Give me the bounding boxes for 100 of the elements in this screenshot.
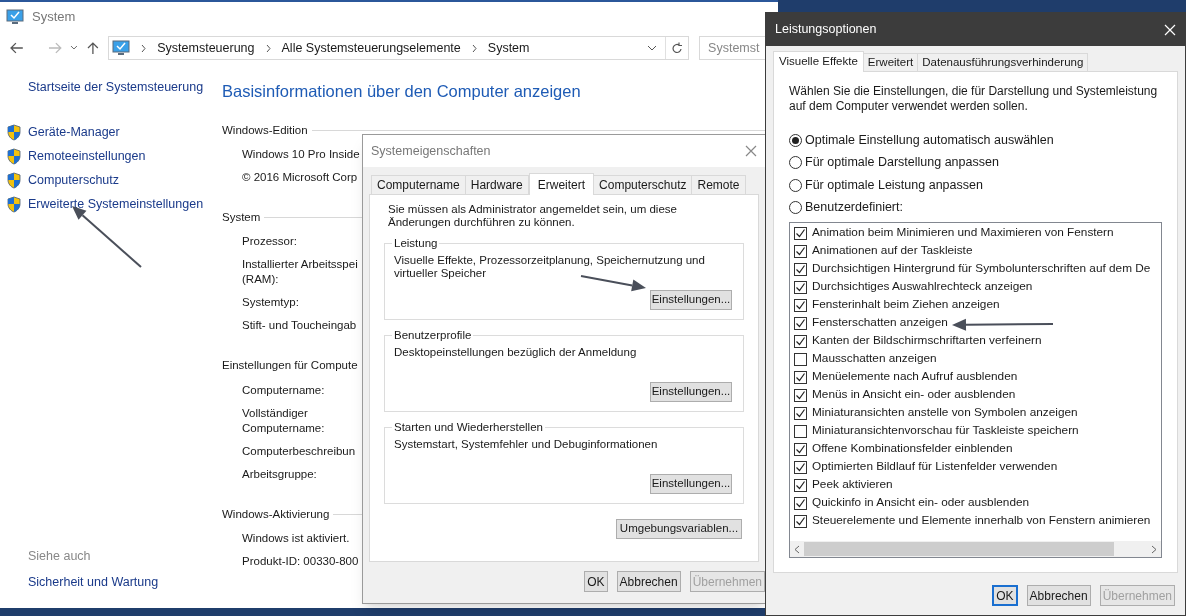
horizontal-scrollbar[interactable]: [790, 541, 1161, 557]
radio-button[interactable]: [789, 133, 802, 147]
group-description: Systemstart, Systemfehler und Debuginformationen: [394, 438, 659, 451]
breadcrumb-item[interactable]: Alle Systemsteuerungselemente: [281, 38, 461, 58]
monitor-icon: [112, 40, 131, 56]
checkbox[interactable]: [794, 316, 807, 330]
checkbox[interactable]: [794, 406, 807, 420]
checkbox[interactable]: [794, 280, 807, 294]
chevron-right-icon: [264, 43, 272, 53]
checkbox[interactable]: [794, 352, 807, 366]
monitor-icon: [6, 9, 24, 25]
sidebar-link[interactable]: Sicherheit und Wartung: [28, 573, 222, 592]
breadcrumb-item[interactable]: System: [487, 38, 530, 58]
breadcrumb-item[interactable]: Systemsteuerung: [157, 38, 255, 58]
checkbox-label: Quickinfo in Ansicht ein- oder ausblenden: [812, 494, 1030, 512]
info-label: Windows ist aktiviert.: [242, 530, 350, 546]
sidebar-link[interactable]: Startseite der Systemsteuerung: [28, 78, 204, 97]
checkbox[interactable]: [794, 334, 807, 348]
address-bar[interactable]: Systemsteuerung Alle Systemsteuerungselemente System: [108, 36, 690, 60]
tab[interactable]: Computername: [371, 175, 466, 194]
radio-label: Benutzerdefiniert:: [805, 199, 903, 217]
section-title: System: [222, 210, 261, 225]
dropdown-icon[interactable]: [647, 44, 658, 52]
tab[interactable]: Erweitert: [528, 173, 595, 195]
radio-label: Für optimale Darstellung anpassen: [805, 154, 999, 172]
checkbox[interactable]: [794, 370, 807, 384]
page-heading: Basisinformationen über den Computer anzeigen: [222, 81, 582, 102]
up-icon[interactable]: [87, 41, 100, 55]
checkbox-label: Offene Kombinationsfelder einblenden: [812, 440, 1013, 458]
info-label: Systemtyp:: [242, 295, 299, 311]
dialog-title: Systemeigenschaften: [371, 142, 491, 160]
back-icon[interactable]: [10, 42, 24, 54]
instruction-text: Wählen Sie die Einstellungen, die für Darstellung und Systemleistung auf dem Computer verwendet werden sollen.: [789, 84, 1159, 114]
checkbox[interactable]: [794, 424, 807, 438]
checkbox-label: Durchsichtigen Hintergrund für Symbolunterschriften auf dem De: [812, 260, 1151, 278]
tab[interactable]: Hardware: [464, 175, 529, 194]
checkbox-label: Miniaturansichtenvorschau für Taskleiste speichern: [812, 422, 1079, 440]
radio-button[interactable]: [789, 156, 802, 170]
dialog-button[interactable]: OK: [992, 585, 1018, 606]
checkbox[interactable]: [794, 496, 807, 510]
sidebar-link[interactable]: Geräte-Manager: [28, 123, 120, 143]
group-title: Starten und Wiederherstellen: [392, 420, 545, 434]
info-label: Computername:: [242, 382, 325, 398]
window-title: System: [32, 8, 76, 27]
settings-button[interactable]: Einstellungen...: [650, 474, 732, 494]
scroll-left-icon[interactable]: [794, 544, 800, 554]
section-title: Windows-Aktivierung: [222, 506, 330, 522]
checkbox[interactable]: [794, 460, 807, 474]
radio-button[interactable]: [789, 178, 802, 192]
checkbox[interactable]: [794, 244, 807, 258]
info-label: Produkt-ID: 00330-800: [242, 553, 359, 569]
scroll-right-icon[interactable]: [1151, 544, 1157, 554]
checkbox-label: Durchsichtiges Auswahlrechteck anzeigen: [812, 278, 1033, 296]
caret-icon[interactable]: [69, 45, 78, 51]
tab[interactable]: Remote: [691, 175, 746, 194]
settings-button[interactable]: Einstellungen...: [650, 290, 732, 310]
checkbox-label: Kanten der Bildschirmschriftarten verfeinern: [812, 332, 1042, 350]
shield-icon: [6, 124, 22, 142]
checkbox-label: Mausschatten anzeigen: [812, 350, 937, 368]
shield-icon: [6, 196, 22, 214]
checkbox[interactable]: [794, 262, 807, 276]
info-label: Vollständiger Computername:: [242, 405, 325, 436]
info-label: Arbeitsgruppe:: [242, 466, 317, 482]
checkbox-label: Peek aktivieren: [812, 476, 893, 494]
checkbox[interactable]: [794, 226, 807, 240]
checkbox-label: Optimierten Bildlauf für Listenfelder verwenden: [812, 458, 1058, 476]
environment-variables-button[interactable]: Umgebungsvariablen...: [616, 519, 742, 539]
checkbox-label: Menüelemente nach Aufruf ausblenden: [812, 368, 1018, 386]
checkbox-label: Animation beim Minimieren und Maximieren von Fenstern: [812, 224, 1114, 242]
annotation-arrow: [580, 275, 646, 292]
checkbox-label: Menüs in Ansicht ein- oder ausblenden: [812, 386, 1016, 404]
tab[interactable]: Computerschutz: [593, 175, 693, 194]
group-title: Leistung: [392, 236, 440, 250]
sidebar-link[interactable]: Computerschutz: [28, 171, 119, 191]
info-label: Installierter Arbeitsspei (RAM):: [242, 257, 358, 288]
checkbox[interactable]: [794, 514, 807, 528]
group-description: Visuelle Effekte, Prozessorzeitplanung, Speichernutzung und virtueller Speicher: [394, 254, 706, 280]
dialog-button[interactable]: Abbrechen: [1026, 585, 1091, 606]
checkbox[interactable]: [794, 388, 807, 402]
tab[interactable]: Visuelle Effekte: [773, 51, 864, 72]
section-title: Einstellungen für Compute: [222, 358, 358, 374]
radio-button[interactable]: [789, 201, 802, 215]
checkbox[interactable]: [794, 442, 807, 456]
checkbox-label: Fensterinhalt beim Ziehen anzeigen: [812, 296, 1000, 314]
refresh-icon[interactable]: [671, 41, 684, 55]
section-title: Windows-Edition: [222, 122, 308, 138]
admin-notice: Sie müssen als Administrator angemeldet sein, um diese Änderungen durchführen zu können.: [387, 202, 678, 229]
dialog-title: Leistungsoptionen: [775, 21, 877, 39]
dialog-button[interactable]: Abbrechen: [616, 571, 681, 592]
sidebar-link[interactable]: Remoteeinstellungen: [28, 147, 146, 167]
settings-button[interactable]: Einstellungen...: [650, 382, 732, 402]
checkbox[interactable]: [794, 478, 807, 492]
scrollbar-thumb[interactable]: [804, 542, 1114, 556]
radio-label: Optimale Einstellung automatisch auswählen: [805, 131, 1054, 149]
dialog-button[interactable]: OK: [584, 571, 608, 592]
info-label: Stift- und Toucheingab: [242, 318, 357, 334]
checkbox[interactable]: [794, 298, 807, 312]
sidebar-link[interactable]: Erweiterte Systemeinstellungen: [28, 195, 204, 215]
tab[interactable]: Datenausführungsverhinderung: [917, 53, 1089, 71]
see-also-heading: Siehe auch: [28, 547, 92, 565]
